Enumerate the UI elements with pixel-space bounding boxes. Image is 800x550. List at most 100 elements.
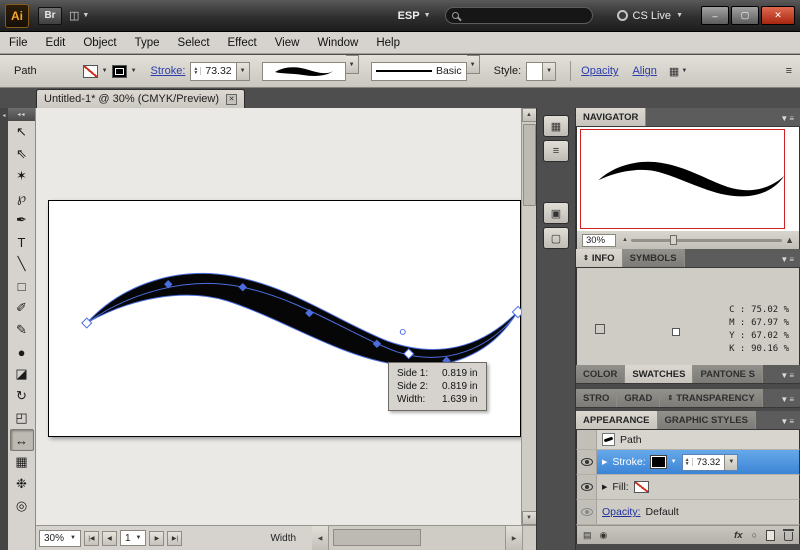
panel-menu-icon[interactable]: ▼≡ — [780, 255, 800, 267]
tool-scale[interactable]: ◰ — [10, 407, 34, 429]
layers-panel-icon[interactable]: ▣ — [543, 202, 569, 224]
close-tab-icon[interactable]: ✕ — [226, 93, 237, 105]
minimize-button[interactable]: – — [701, 6, 729, 25]
new-fill-icon[interactable]: ◉ — [600, 530, 608, 541]
opacity-link[interactable]: Opacity — [581, 65, 618, 77]
stroke-weight-combo[interactable]: ▲ ▼ 73.32 ▼ — [681, 453, 739, 471]
tools-panel-header[interactable]: ◂◂ — [8, 108, 35, 121]
paragraph-panel-icon[interactable]: ≡ — [543, 140, 569, 162]
opacity-link[interactable]: Opacity: — [602, 506, 641, 518]
disclosure-triangle-icon[interactable]: ▶ — [602, 483, 607, 491]
tool-direct-selection[interactable]: ⇖ — [10, 143, 34, 165]
scroll-up-icon[interactable]: ▲ — [521, 108, 536, 122]
artboards-panel-icon[interactable]: ▦ — [543, 115, 569, 137]
workspace-switcher[interactable]: ◫ ▼ — [69, 9, 89, 22]
language-dropdown[interactable]: ESP ▼ — [398, 10, 431, 22]
horizontal-scrollbar[interactable]: ◀ ▶ — [312, 526, 536, 550]
stepper-icon[interactable]: ▲ ▼ — [191, 67, 202, 76]
next-artboard-button[interactable]: ▶ — [149, 530, 165, 546]
tab-transparency[interactable]: ⇕ TRANSPARENCY — [660, 389, 763, 407]
menu-window[interactable]: Window — [308, 32, 367, 53]
vertical-scroll-thumb[interactable] — [522, 124, 536, 206]
tool-selection[interactable]: ↖ — [10, 121, 34, 143]
stepper-icon[interactable]: ▲ ▼ — [683, 458, 693, 467]
tab-symbols[interactable]: SYMBOLS — [622, 249, 685, 267]
stroke-weight-combo[interactable]: ▲ ▼ 73.32 ▼ — [190, 61, 250, 81]
tool-rectangle[interactable]: □ — [10, 275, 34, 297]
menu-effect[interactable]: Effect — [219, 32, 266, 53]
chevron-down-icon[interactable]: ▼ — [131, 68, 137, 74]
bridge-button[interactable]: Br — [38, 6, 62, 25]
tab-pantone[interactable]: PANTONE S — [693, 365, 763, 383]
fill-swatch[interactable] — [82, 64, 98, 78]
brush-definition-dropdown[interactable]: Basic — [370, 61, 467, 81]
tool-blend[interactable]: ❉ — [10, 473, 34, 495]
tool-lasso[interactable]: ℘ — [10, 187, 34, 209]
document-tab[interactable]: Untitled-1* @ 30% (CMYK/Preview) ✕ — [36, 89, 245, 108]
cs-live-button[interactable]: CS Live ▼ — [616, 10, 683, 22]
delete-item-icon[interactable] — [783, 529, 794, 541]
stroke-swatch[interactable] — [111, 64, 127, 78]
tool-line-segment[interactable]: ╲ — [10, 253, 34, 275]
scroll-left-icon[interactable]: ◀ — [312, 526, 329, 550]
chevron-down-icon[interactable]: ▼ — [345, 55, 359, 74]
menu-type[interactable]: Type — [126, 32, 169, 53]
vertical-scrollbar[interactable]: ▲ ▼ — [521, 108, 536, 525]
stroke-panel-link[interactable]: Stroke: — [151, 65, 186, 77]
artboard-number-dropdown[interactable]: 1 ▼ — [119, 530, 147, 546]
tool-pencil[interactable]: ✎ — [10, 319, 34, 341]
menu-object[interactable]: Object — [74, 32, 125, 53]
visibility-eye-icon[interactable] — [580, 458, 593, 466]
tool-magic-wand[interactable]: ✶ — [10, 165, 34, 187]
navigator-zoom-field[interactable]: 30% — [582, 233, 616, 247]
zoom-level-dropdown[interactable]: 30% ▼ — [39, 529, 81, 547]
visibility-eye-icon[interactable] — [580, 508, 593, 516]
menu-file[interactable]: File — [0, 32, 37, 53]
chevron-down-icon[interactable]: ▼ — [466, 55, 480, 74]
style-dropdown[interactable]: ▼ — [526, 61, 557, 81]
close-button[interactable]: ✕ — [761, 6, 795, 25]
appearance-path-row[interactable]: Path — [576, 430, 800, 450]
tool-eraser[interactable]: ◪ — [10, 363, 34, 385]
slider-track[interactable] — [630, 234, 783, 245]
chevron-down-icon[interactable]: ▼ — [102, 68, 108, 74]
control-panel-menu-icon[interactable]: ≡ — [786, 65, 792, 77]
panel-menu-icon[interactable]: ▼≡ — [780, 371, 800, 383]
tab-appearance[interactable]: APPEARANCE — [576, 411, 658, 429]
menu-select[interactable]: Select — [169, 32, 219, 53]
new-stroke-icon[interactable]: ▤ — [583, 530, 592, 541]
last-artboard-button[interactable]: ▶| — [167, 530, 183, 546]
stroke-weight-value[interactable]: 73.32 — [201, 65, 235, 77]
tool-paintbrush[interactable]: ✐ — [10, 297, 34, 319]
tool-width[interactable]: ↔ — [9, 429, 34, 451]
tab-gradient[interactable]: GRAD — [617, 389, 661, 407]
zoom-out-icon[interactable]: ▲ — [622, 237, 628, 243]
align-link[interactable]: Align — [632, 65, 656, 77]
scroll-right-icon[interactable]: ▶ — [506, 526, 522, 550]
horizontal-scroll-track[interactable] — [328, 526, 506, 550]
search-input[interactable] — [444, 7, 593, 24]
width-profile-dropdown[interactable] — [261, 61, 346, 81]
fill-color-swatch[interactable] — [633, 481, 649, 493]
tab-swatches[interactable]: SWATCHES — [625, 365, 694, 383]
tool-zoom[interactable]: ◎ — [10, 495, 34, 517]
width-handle[interactable] — [399, 328, 406, 335]
menu-view[interactable]: View — [266, 32, 309, 53]
appearance-stroke-row[interactable]: ▶ Stroke: ▼ ▲ ▼ 73.32 ▼ — [576, 450, 800, 475]
panel-menu-icon[interactable]: ▼≡ — [780, 417, 800, 429]
tool-type[interactable]: T — [10, 231, 34, 253]
tool-blob-brush[interactable]: ● — [10, 341, 34, 363]
tab-color[interactable]: COLOR — [576, 365, 626, 383]
visibility-eye-icon[interactable] — [580, 483, 593, 491]
first-artboard-button[interactable]: |◀ — [83, 530, 99, 546]
navigator-preview[interactable] — [576, 127, 800, 231]
previous-artboard-button[interactable]: ◀ — [101, 530, 117, 546]
scroll-down-icon[interactable]: ▼ — [521, 511, 536, 525]
document-setup-icon[interactable]: ▦ ▼ — [669, 65, 687, 78]
horizontal-scroll-thumb[interactable] — [333, 529, 422, 546]
tab-info[interactable]: ⇕ INFO — [576, 249, 623, 267]
navigator-zoom-slider[interactable]: ▲ ▲ — [622, 234, 794, 245]
stroke-color-swatch[interactable] — [649, 455, 667, 469]
duplicate-item-icon[interactable] — [766, 529, 775, 541]
panel-menu-icon[interactable]: ▼≡ — [780, 395, 800, 407]
